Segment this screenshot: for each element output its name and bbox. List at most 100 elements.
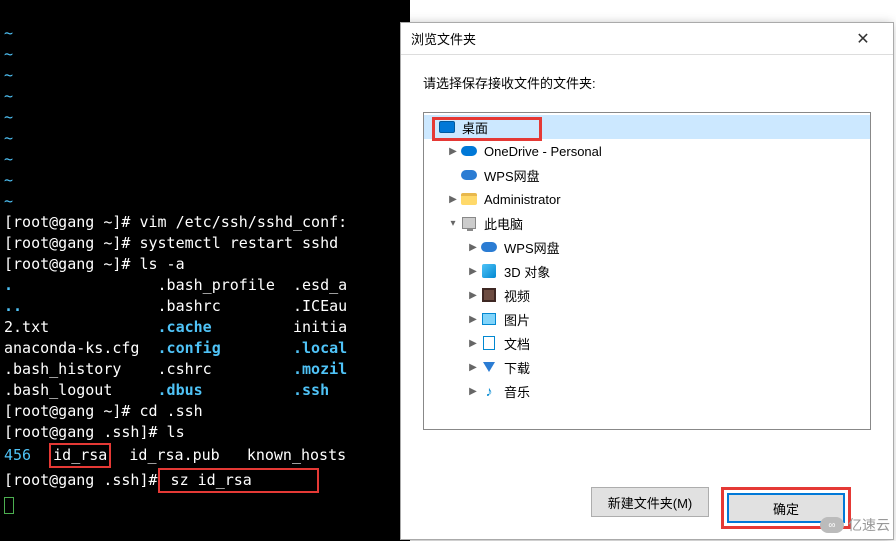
prompt: [root@gang ~]# [4, 402, 130, 420]
ls-bash-profile: .bash_profile [158, 276, 275, 294]
ls-bashhist: .bash_history [4, 360, 121, 378]
tree-label: 视频 [504, 286, 530, 305]
ls-dbus: .dbus [158, 381, 203, 399]
music-icon: ♪ [480, 382, 498, 400]
expand-icon[interactable]: ▶ [466, 338, 480, 349]
new-folder-button[interactable]: 新建文件夹(M) [591, 487, 709, 517]
expand-icon[interactable]: ▶ [446, 194, 460, 205]
ls2-known: known_hosts [247, 446, 346, 464]
tree-docs[interactable]: ▶ 文档 [424, 331, 870, 355]
tilde-line: ~ [4, 171, 13, 189]
tree-thispc[interactable]: ▾ 此电脑 [424, 211, 870, 235]
expand-icon[interactable]: ▶ [466, 266, 480, 277]
pc-icon [460, 214, 478, 232]
browse-folder-dialog: 浏览文件夹 ✕ 请选择保存接收文件的文件夹: 桌面 ▶ OneDrive - P… [400, 22, 894, 540]
close-button[interactable]: ✕ [843, 29, 883, 49]
folder-icon [460, 190, 478, 208]
highlight-sz: sz id_rsa [158, 468, 320, 493]
ls-initi: initia [293, 318, 347, 336]
watermark-icon: ∞ [820, 517, 844, 533]
expand-icon[interactable]: ▶ [446, 146, 460, 157]
tree-label: Administrator [484, 192, 561, 207]
dialog-title: 浏览文件夹 [411, 29, 843, 48]
tilde-line: ~ [4, 192, 13, 210]
cloud-icon [460, 142, 478, 160]
ls-ice: .ICEau [293, 297, 347, 315]
expand-icon[interactable]: ▶ [466, 386, 480, 397]
prompt: [root@gang ~]# [4, 234, 130, 252]
video-icon [480, 286, 498, 304]
cmd-ls: ls -a [130, 255, 184, 273]
expand-icon[interactable]: ▶ [466, 362, 480, 373]
tilde-line: ~ [4, 150, 13, 168]
ls2-456: 456 [4, 446, 31, 464]
tree-label: 3D 对象 [504, 262, 550, 281]
ls-dotdot: .. [4, 297, 22, 315]
ls-mozi: .mozil [293, 360, 347, 378]
tree-admin[interactable]: ▶ Administrator [424, 187, 870, 211]
cmd-systemctl: systemctl restart sshd [130, 234, 338, 252]
collapse-icon[interactable]: ▾ [446, 218, 460, 229]
tree-music[interactable]: ▶ ♪ 音乐 [424, 379, 870, 403]
tree-wps2[interactable]: ▶ WPS网盘 [424, 235, 870, 259]
cmd-ls2: ls [158, 423, 185, 441]
terminal[interactable]: ~ ~ ~ ~ ~ ~ ~ ~ ~ [root@gang ~]# vim /et… [0, 0, 410, 541]
desktop-icon [438, 118, 456, 136]
tree-label: WPS网盘 [484, 166, 540, 185]
cmd-sz: sz id_rsa [162, 471, 252, 489]
expand-icon[interactable]: ▶ [466, 242, 480, 253]
ls-esd: .esd_a [293, 276, 347, 294]
cursor [4, 497, 14, 514]
folder-tree[interactable]: 桌面 ▶ OneDrive - Personal WPS网盘 ▶ Adminis… [423, 112, 871, 430]
ls-cache: .cache [158, 318, 212, 336]
tree-label: 桌面 [462, 118, 488, 137]
tree-label: 音乐 [504, 382, 530, 401]
ls2-idrsa: id_rsa [53, 446, 107, 464]
tree-3d[interactable]: ▶ 3D 对象 [424, 259, 870, 283]
tree-downloads[interactable]: ▶ 下载 [424, 355, 870, 379]
ls-bashlogout: .bash_logout [4, 381, 112, 399]
cmd-cd: cd .ssh [130, 402, 202, 420]
prompt: [root@gang ~]# [4, 255, 130, 273]
titlebar[interactable]: 浏览文件夹 ✕ [401, 23, 893, 55]
ls-bashrc: .bashrc [158, 297, 221, 315]
ls-cshrc: .cshrc [158, 360, 212, 378]
tree-label: 文档 [504, 334, 530, 353]
cloud-icon [480, 238, 498, 256]
button-label: 新建文件夹(M) [608, 493, 693, 512]
prompt: [root@gang ~]# [4, 213, 130, 231]
tilde-line: ~ [4, 45, 13, 63]
picture-icon [480, 310, 498, 328]
tree-label: 下载 [504, 358, 530, 377]
ls-anaconda: anaconda-ks.cfg [4, 339, 139, 357]
expand-icon[interactable]: ▶ [466, 314, 480, 325]
tree-label: OneDrive - Personal [484, 144, 602, 159]
ls2-pub: id_rsa.pub [129, 446, 219, 464]
tree-video[interactable]: ▶ 视频 [424, 283, 870, 307]
tree-wps[interactable]: WPS网盘 [424, 163, 870, 187]
download-icon [480, 358, 498, 376]
tilde-line: ~ [4, 129, 13, 147]
tilde-line: ~ [4, 24, 13, 42]
tree-label: 图片 [504, 310, 530, 329]
prompt: [root@gang .ssh]# [4, 423, 158, 441]
watermark-text: 亿速云 [848, 515, 890, 535]
instruction-text: 请选择保存接收文件的文件夹: [401, 55, 893, 102]
watermark: ∞ 亿速云 [820, 515, 890, 535]
ls-2txt: 2.txt [4, 318, 49, 336]
ls-local: .local [293, 339, 347, 357]
tree-desktop[interactable]: 桌面 [424, 115, 870, 139]
tree-label: 此电脑 [484, 214, 523, 233]
cloud-icon [460, 166, 478, 184]
ls-dot: . [4, 276, 13, 294]
highlight-idrsa: id_rsa [49, 443, 111, 468]
doc-icon [480, 334, 498, 352]
expand-icon[interactable]: ▶ [466, 290, 480, 301]
cmd-vim: vim /etc/ssh/sshd_conf: [130, 213, 347, 231]
ls-ssh: .ssh [293, 381, 329, 399]
tree-pictures[interactable]: ▶ 图片 [424, 307, 870, 331]
prompt: [root@gang .ssh]# [4, 471, 158, 489]
tilde-line: ~ [4, 87, 13, 105]
button-label: 确定 [773, 499, 799, 518]
tree-onedrive[interactable]: ▶ OneDrive - Personal [424, 139, 870, 163]
